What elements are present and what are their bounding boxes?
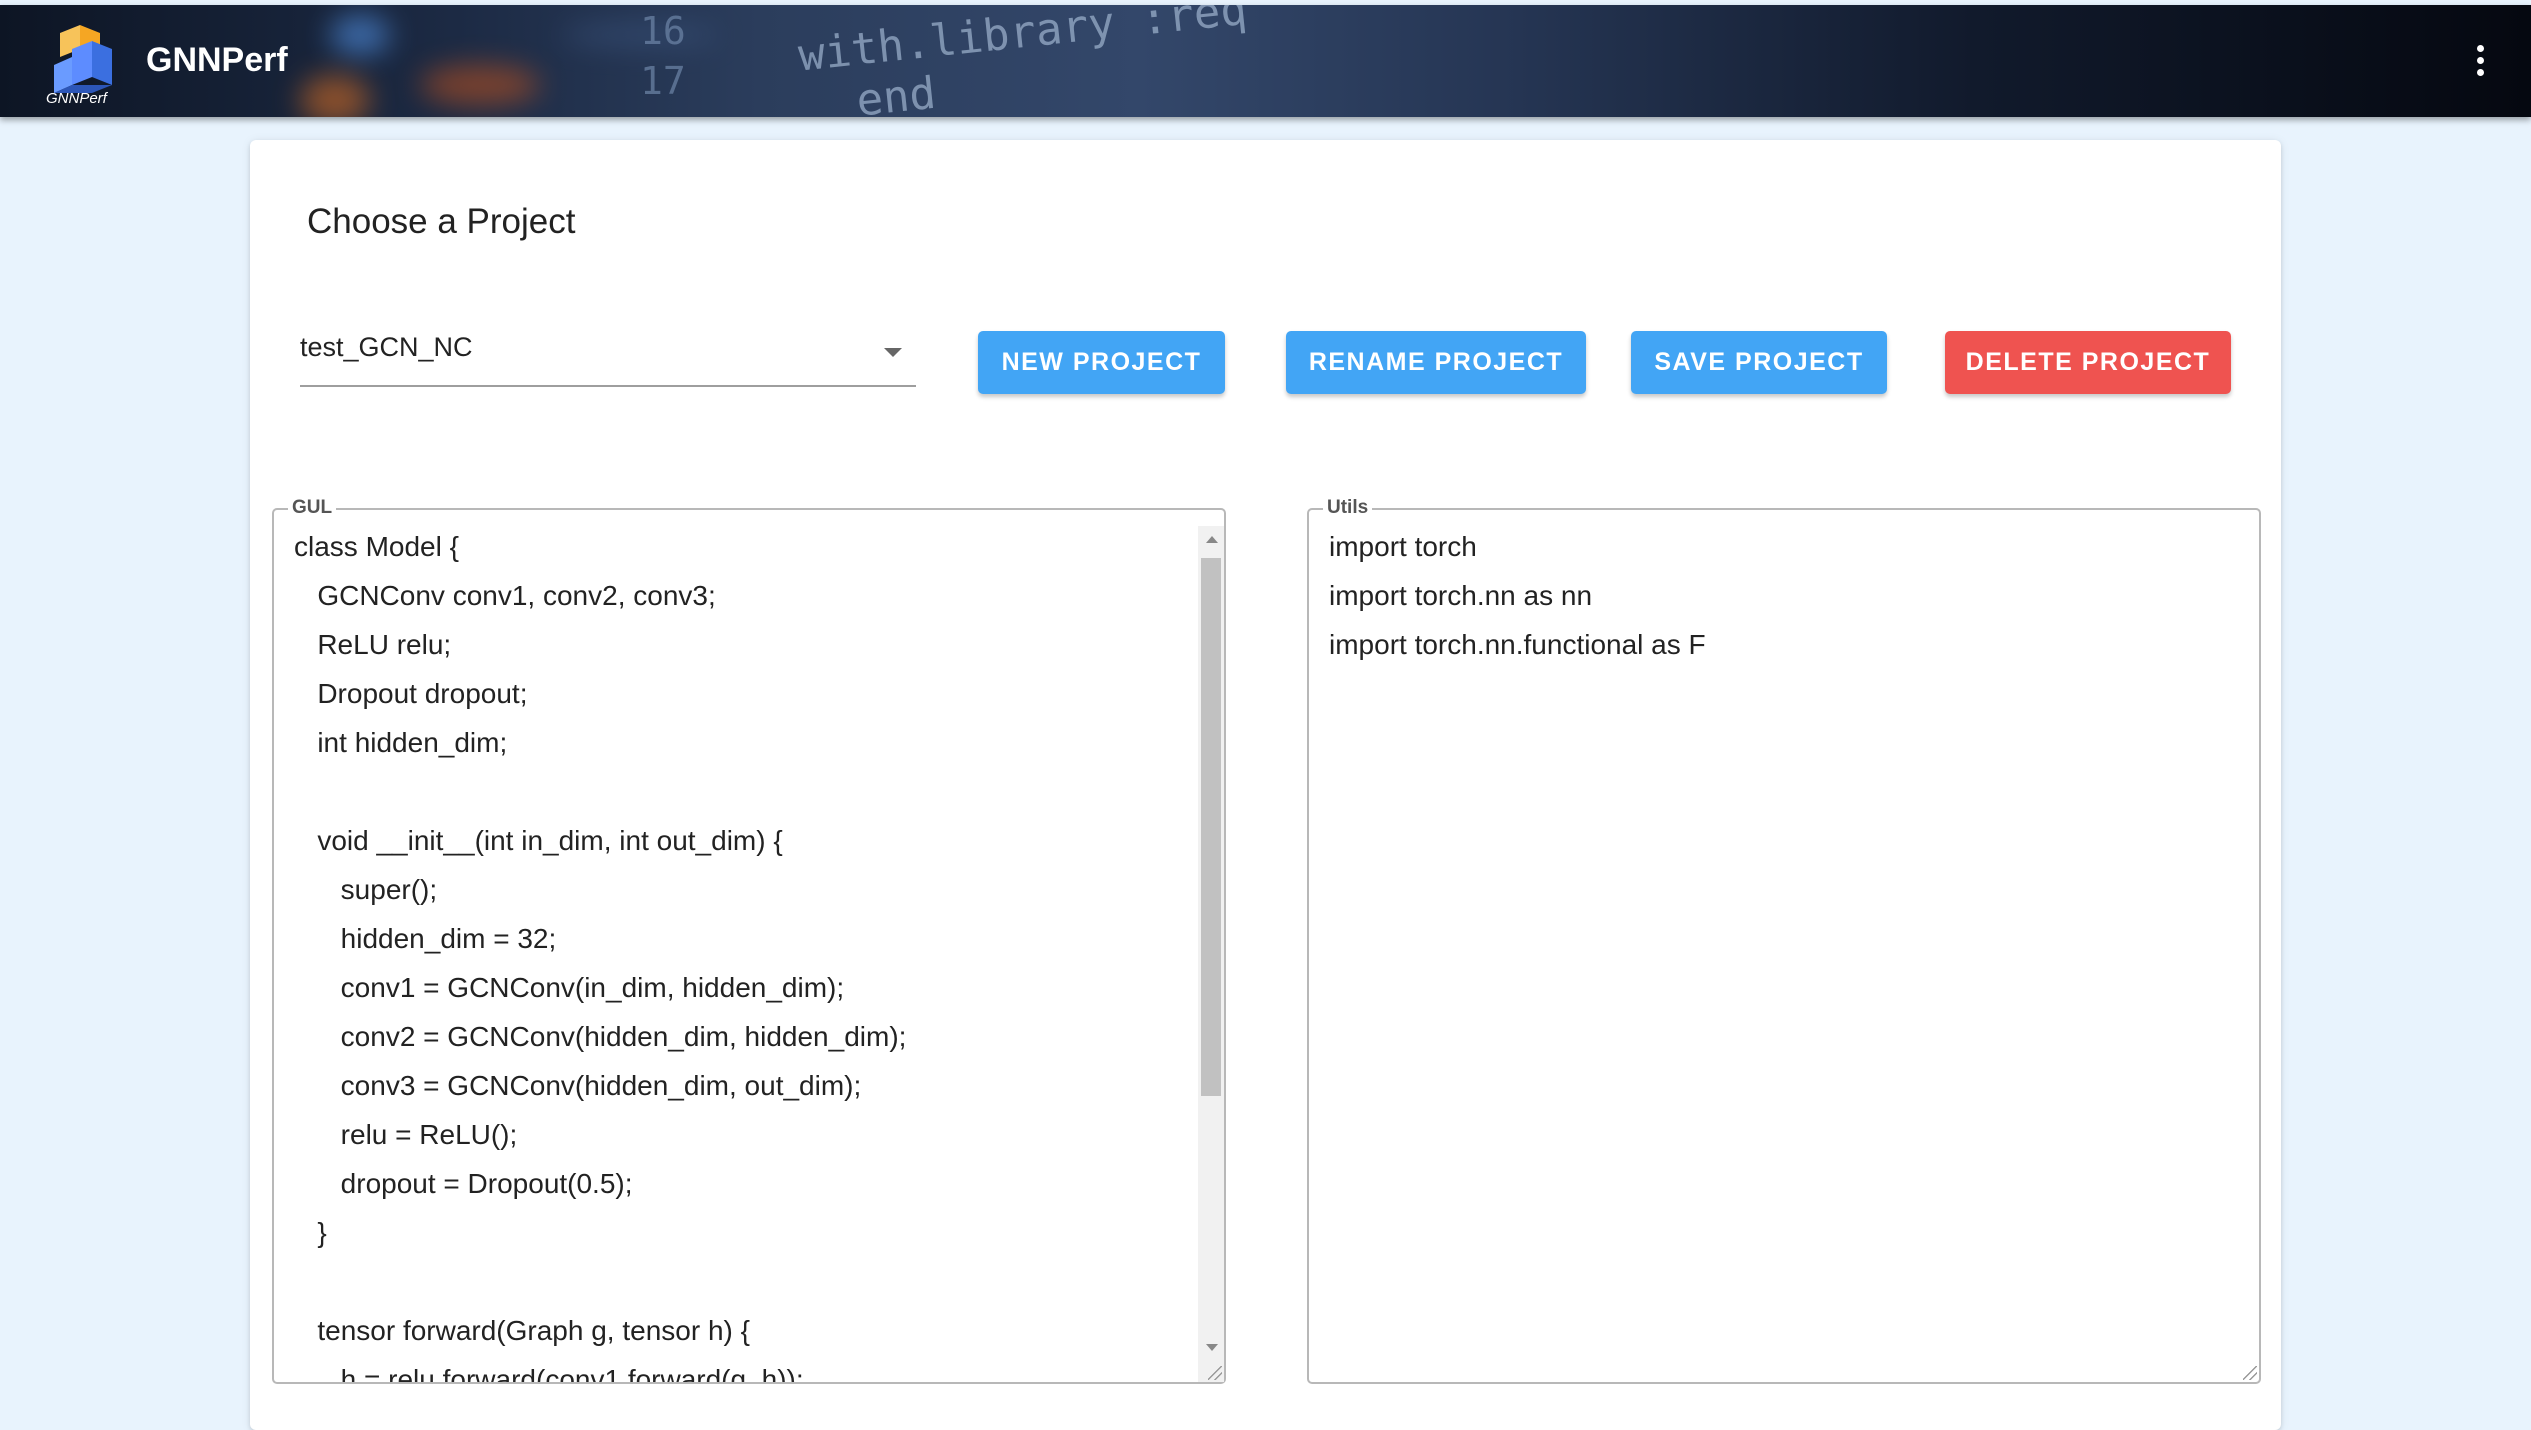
app-bar: 16 17 with.library :req end GNNPerf GNNP… bbox=[0, 5, 2531, 117]
new-project-button[interactable]: NEW PROJECT bbox=[978, 331, 1225, 394]
utils-editor[interactable]: Utils import torch import torch.nn as nn… bbox=[1307, 497, 2261, 1384]
scroll-thumb[interactable] bbox=[1201, 558, 1221, 1096]
background-blur-decoration bbox=[300, 75, 370, 117]
more-vert-icon[interactable] bbox=[2468, 45, 2492, 85]
scroll-down-arrow-icon[interactable] bbox=[1206, 1344, 1218, 1351]
gul-code-text[interactable]: class Model { GCNConv conv1, conv2, conv… bbox=[294, 522, 906, 1382]
project-card: Choose a Project test_GCN_NC NEW PROJECT… bbox=[250, 140, 2281, 1430]
project-select[interactable]: test_GCN_NC bbox=[300, 320, 916, 387]
resize-grip-icon[interactable] bbox=[1208, 1366, 1222, 1380]
resize-grip-icon[interactable] bbox=[2243, 1366, 2257, 1380]
gul-editor[interactable]: GUL class Model { GCNConv conv1, conv2, … bbox=[272, 497, 1226, 1384]
utils-code-text[interactable]: import torch import torch.nn as nn impor… bbox=[1329, 522, 1706, 669]
gul-editor-viewport: class Model { GCNConv conv1, conv2, conv… bbox=[274, 510, 1196, 1382]
app-title: GNNPerf bbox=[146, 41, 288, 79]
background-blur-decoration bbox=[420, 65, 540, 105]
delete-project-button[interactable]: DELETE PROJECT bbox=[1945, 331, 2231, 394]
save-project-button[interactable]: SAVE PROJECT bbox=[1631, 331, 1887, 394]
background-code-decoration: with.library :req end bbox=[795, 5, 1250, 117]
logo-caption: GNNPerf bbox=[46, 90, 107, 107]
scroll-up-arrow-icon[interactable] bbox=[1206, 536, 1218, 543]
background-blur-decoration bbox=[330, 15, 390, 55]
utils-editor-label: Utils bbox=[1323, 497, 1373, 519]
page-title: Choose a Project bbox=[307, 202, 576, 241]
background-code-decoration: 16 bbox=[640, 9, 686, 53]
background-code-decoration: 17 bbox=[640, 59, 686, 103]
gul-scrollbar[interactable] bbox=[1198, 526, 1224, 1382]
chevron-down-icon[interactable] bbox=[884, 348, 902, 357]
project-select-value: test_GCN_NC bbox=[300, 332, 473, 362]
rename-project-button[interactable]: RENAME PROJECT bbox=[1286, 331, 1586, 394]
